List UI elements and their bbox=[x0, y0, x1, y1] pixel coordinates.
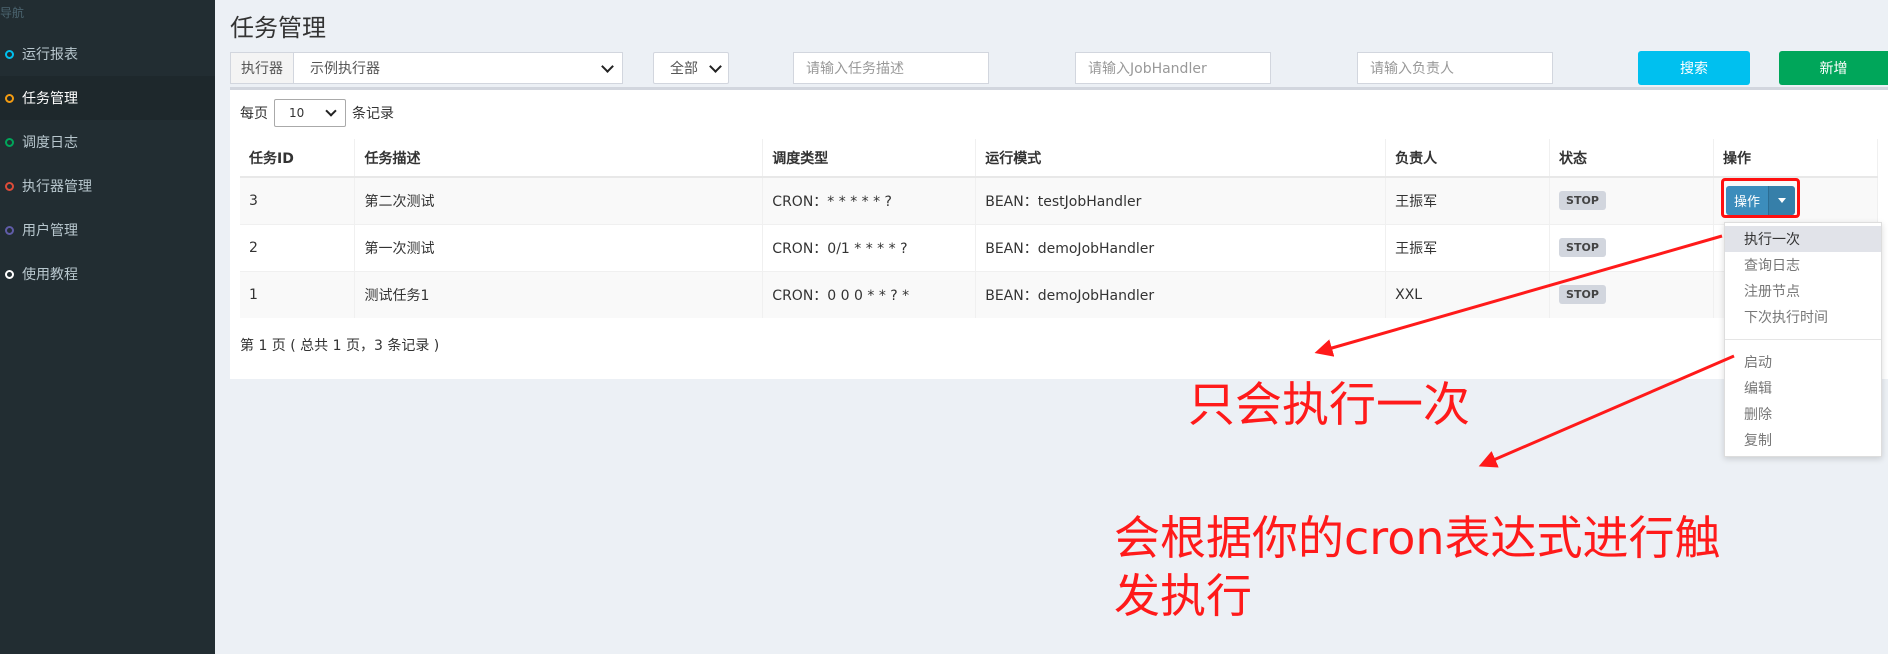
job-table: 任务ID 任务描述 调度类型 运行模式 负责人 状态 操作 3 第二次测试 CR… bbox=[240, 139, 1878, 318]
status-select[interactable]: 全部 bbox=[653, 52, 729, 84]
menu-item-next-trigger-time[interactable]: 下次执行时间 bbox=[1725, 304, 1881, 330]
status-select-value: 全部 bbox=[670, 61, 698, 77]
sidebar-item-label: 用户管理 bbox=[22, 223, 78, 239]
job-handler-input[interactable]: 请输入JobHandler bbox=[1075, 52, 1271, 84]
sidebar: 导航 运行报表 任务管理 调度日志 执行器管理 用户管理 使用教程 bbox=[0, 0, 215, 654]
table-row: 1 测试任务1 CRON：0 0 0 * * ? * BEAN：demoJobH… bbox=[240, 270, 1878, 318]
perpage-value: 10 bbox=[289, 106, 305, 120]
sidebar-item-help[interactable]: 使用教程 bbox=[0, 252, 215, 296]
circle-icon bbox=[5, 93, 14, 103]
status-cell: STOP bbox=[1549, 270, 1714, 318]
executor-select-value: 示例执行器 bbox=[310, 61, 380, 77]
table-row: 2 第一次测试 CRON：0/1 * * * * ? BEAN：demoJobH… bbox=[240, 223, 1878, 271]
annotation-cron-line2: 发执行 bbox=[1114, 569, 1252, 623]
status-badge: STOP bbox=[1559, 191, 1606, 211]
job-desc: 测试任务1 bbox=[354, 270, 764, 318]
perpage-suffix: 条记录 bbox=[352, 106, 394, 122]
pagination-info: 第 1 页 ( 总共 1 页，3 条记录 ) bbox=[240, 338, 440, 354]
job-id: 2 bbox=[240, 223, 356, 271]
job-id: 1 bbox=[240, 270, 356, 318]
schedule-type: CRON：0 0 0 * * ? * bbox=[762, 270, 977, 318]
menu-item-start[interactable]: 启动 bbox=[1725, 349, 1881, 375]
menu-item-registry-nodes[interactable]: 注册节点 bbox=[1725, 278, 1881, 304]
schedule-type: CRON：0/1 * * * * ? bbox=[762, 223, 977, 271]
author: XXL bbox=[1385, 270, 1551, 318]
run-mode: BEAN：demoJobHandler bbox=[975, 223, 1387, 271]
menu-item-delete[interactable]: 删除 bbox=[1725, 401, 1881, 427]
perpage-select[interactable]: 10 bbox=[274, 99, 346, 127]
nav-header: 导航 bbox=[0, 6, 25, 20]
column-header[interactable]: 调度类型 bbox=[762, 139, 977, 178]
sidebar-item-label: 任务管理 bbox=[22, 91, 78, 107]
sidebar-item-label: 执行器管理 bbox=[22, 179, 92, 195]
circle-icon bbox=[5, 225, 14, 235]
executor-select[interactable]: 示例执行器 bbox=[294, 53, 622, 83]
run-mode: BEAN：demoJobHandler bbox=[975, 270, 1387, 318]
menu-item-run-once[interactable]: 执行一次 bbox=[1725, 226, 1881, 252]
menu-divider bbox=[1725, 339, 1881, 340]
job-id: 3 bbox=[240, 176, 356, 224]
job-desc: 第一次测试 bbox=[354, 223, 764, 271]
sidebar-item-logs[interactable]: 调度日志 bbox=[0, 120, 215, 164]
menu-item-copy[interactable]: 复制 bbox=[1725, 427, 1881, 453]
chevron-down-icon bbox=[709, 59, 722, 73]
schedule-type: CRON：* * * * * ? bbox=[762, 176, 977, 224]
job-desc-input[interactable]: 请输入任务描述 bbox=[793, 52, 989, 84]
column-header[interactable]: 操作 bbox=[1713, 139, 1878, 178]
circle-icon bbox=[5, 181, 14, 191]
column-header[interactable]: 任务描述 bbox=[354, 139, 764, 178]
sidebar-item-label: 调度日志 bbox=[22, 135, 78, 151]
table-row: 3 第二次测试 CRON：* * * * * ? BEAN：testJobHan… bbox=[240, 176, 1878, 224]
sidebar-item-label: 运行报表 bbox=[22, 47, 78, 63]
executor-label: 执行器 bbox=[231, 53, 294, 83]
status-cell: STOP bbox=[1549, 176, 1714, 224]
author-input[interactable]: 请输入负责人 bbox=[1357, 52, 1553, 84]
executor-select-group[interactable]: 执行器 示例执行器 bbox=[230, 52, 623, 84]
chevron-down-icon bbox=[601, 59, 614, 73]
operation-dropdown-menu: 执行一次 查询日志 注册节点 下次执行时间 启动 编辑 删除 复制 bbox=[1724, 222, 1882, 457]
author: 王振军 bbox=[1385, 223, 1551, 271]
column-header[interactable]: 负责人 bbox=[1385, 139, 1551, 178]
status-badge: STOP bbox=[1559, 238, 1606, 257]
table-header-row: 任务ID 任务描述 调度类型 运行模式 负责人 状态 操作 bbox=[240, 139, 1878, 178]
operation-button[interactable]: 操作 bbox=[1726, 186, 1769, 215]
run-mode: BEAN：testJobHandler bbox=[975, 176, 1387, 224]
circle-icon bbox=[5, 49, 14, 59]
dropdown-toggle[interactable] bbox=[1768, 186, 1796, 215]
column-header[interactable]: 任务ID bbox=[240, 139, 356, 178]
job-desc: 第二次测试 bbox=[354, 176, 764, 224]
add-job-button[interactable]: 新增 bbox=[1779, 51, 1888, 85]
menu-item-query-log[interactable]: 查询日志 bbox=[1725, 252, 1881, 278]
page-title: 任务管理 bbox=[230, 14, 326, 42]
status-badge: STOP bbox=[1559, 285, 1606, 305]
sidebar-item-jobs[interactable]: 任务管理 bbox=[0, 76, 215, 120]
operation-button-group[interactable]: 操作 bbox=[1726, 186, 1796, 215]
perpage-prefix: 每页 bbox=[240, 106, 268, 122]
column-header[interactable]: 运行模式 bbox=[975, 139, 1387, 178]
sidebar-item-users[interactable]: 用户管理 bbox=[0, 208, 215, 252]
search-button[interactable]: 搜索 bbox=[1638, 51, 1750, 85]
caret-down-icon bbox=[1778, 198, 1787, 203]
annotation-cron-line1: 会根据你的cron表达式进行触 bbox=[1114, 511, 1721, 565]
perpage-control: 每页 10 条记录 bbox=[240, 99, 394, 127]
sidebar-item-label: 使用教程 bbox=[22, 267, 78, 283]
sidebar-item-executors[interactable]: 执行器管理 bbox=[0, 164, 215, 208]
annotation-run-once: 只会执行一次 bbox=[1188, 378, 1470, 433]
circle-icon bbox=[5, 137, 14, 147]
menu-item-edit[interactable]: 编辑 bbox=[1725, 375, 1881, 401]
chevron-down-icon bbox=[325, 105, 337, 117]
author: 王振军 bbox=[1385, 176, 1551, 224]
status-cell: STOP bbox=[1549, 223, 1714, 271]
column-header[interactable]: 状态 bbox=[1549, 139, 1714, 178]
sidebar-item-dashboard[interactable]: 运行报表 bbox=[0, 32, 215, 76]
circle-icon bbox=[5, 269, 14, 279]
